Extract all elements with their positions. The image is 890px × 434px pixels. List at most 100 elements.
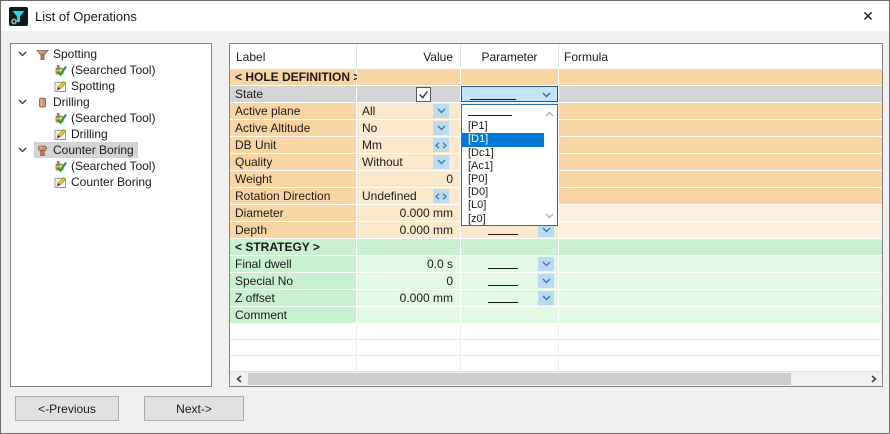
scroll-left-icon[interactable] — [230, 372, 247, 386]
value-dropdown-icon[interactable] — [433, 155, 449, 169]
parameter-dropdown-icon[interactable] — [538, 257, 554, 271]
tree-node[interactable]: (Searched Tool) — [52, 110, 160, 126]
parameter-dropdown-icon[interactable] — [538, 274, 554, 288]
parameter-dropdown-icon[interactable] — [538, 291, 554, 305]
label-cell: Active Altitude — [230, 120, 357, 137]
dropdown-item[interactable]: [P0] — [462, 173, 544, 186]
value-text[interactable]: No — [357, 121, 377, 135]
chevron-down-icon[interactable] — [542, 92, 551, 98]
value-cell: No — [357, 120, 461, 137]
parameter-dropdown-list[interactable]: [P1][D1][Dc1][Ac1][P0][D0][L0][z0] — [461, 104, 558, 226]
operations-tree[interactable]: Spotting(Searched Tool)SpottingDrilling(… — [10, 43, 212, 387]
tree-node[interactable]: Counter Boring — [52, 174, 156, 190]
tree-item-searched-tool[interactable]: (Searched Tool) — [11, 110, 211, 126]
section-row[interactable]: < HOLE DEFINITION > — [230, 69, 882, 86]
parameter-cell — [461, 356, 559, 372]
chevron-down-icon[interactable] — [18, 99, 29, 105]
section-title: < STRATEGY > — [230, 240, 320, 254]
dropdown-item[interactable]: [D1] — [462, 133, 544, 146]
label-cell: Comment — [230, 307, 357, 324]
tree-item-spotting[interactable]: Spotting — [11, 78, 211, 94]
scroll-up-icon[interactable] — [545, 111, 554, 117]
chevron-down-icon[interactable] — [18, 147, 29, 153]
dropdown-item[interactable]: [P1] — [462, 120, 544, 133]
value-cell: 0.000 mm — [357, 222, 461, 239]
state-checkbox[interactable] — [416, 87, 431, 102]
table-header-row: Label Value Parameter Formula — [230, 44, 882, 69]
formula-cell — [559, 120, 882, 137]
field-label: Final dwell — [230, 257, 292, 271]
tree-item-drilling[interactable]: Drilling — [11, 126, 211, 142]
value-cell — [357, 324, 461, 340]
tree-item-searched-tool[interactable]: (Searched Tool) — [11, 158, 211, 174]
dropdown-item[interactable]: [Ac1] — [462, 160, 544, 173]
tree-item-drilling[interactable]: Drilling — [11, 94, 211, 110]
field-label: Weight — [230, 172, 272, 186]
searched-tool-icon — [54, 160, 67, 173]
empty-row — [230, 340, 882, 356]
value-text[interactable]: All — [357, 104, 375, 118]
value-text[interactable]: 0 — [357, 274, 460, 288]
horizontal-scrollbar[interactable] — [230, 371, 882, 386]
parameter-combobox-open[interactable] — [461, 86, 558, 102]
label-cell — [230, 324, 357, 340]
scrollbar-thumb[interactable] — [248, 373, 791, 385]
value-cell: Without — [357, 154, 461, 171]
value-text[interactable]: 0.000 mm — [357, 291, 460, 305]
tree-item-label: Spotting — [53, 47, 97, 61]
formula-cell — [559, 69, 882, 86]
tree-item-label: Spotting — [71, 79, 115, 93]
next-button[interactable]: Next-> — [144, 396, 244, 421]
dropdown-item[interactable]: [z0] — [462, 213, 544, 226]
value-text[interactable]: 0.0 s — [357, 257, 460, 271]
tree-item-counter-boring[interactable]: Counter Boring — [11, 142, 211, 158]
scroll-down-icon[interactable] — [545, 213, 554, 219]
table-row[interactable]: Special No 0 — [230, 273, 882, 290]
tree-node[interactable]: Spotting — [52, 78, 119, 94]
tree-item-searched-tool[interactable]: (Searched Tool) — [11, 62, 211, 78]
machining-operation-icon — [9, 7, 28, 26]
table-row[interactable]: Final dwell 0.0 s — [230, 256, 882, 273]
list-of-operations-dialog: List of Operations ✕ Spotting(Searched T… — [0, 0, 890, 434]
value-text[interactable]: Mm — [357, 138, 382, 152]
tree-node[interactable]: (Searched Tool) — [52, 62, 160, 78]
dropdown-item-blank[interactable] — [462, 107, 544, 120]
field-label: Special No — [230, 274, 293, 288]
searched-tool-icon — [54, 64, 67, 77]
value-dropdown-icon[interactable] — [433, 121, 449, 135]
label-cell: Depth — [230, 222, 357, 239]
chevron-down-icon[interactable] — [18, 51, 29, 57]
formula-cell — [559, 324, 882, 340]
close-icon[interactable]: ✕ — [847, 1, 889, 31]
value-cell — [357, 356, 461, 372]
value-text[interactable]: Undefined — [357, 189, 417, 203]
label-cell: < STRATEGY > — [230, 239, 357, 256]
tree-item-label: (Searched Tool) — [71, 63, 156, 77]
tree-node[interactable]: Counter Boring — [34, 142, 138, 158]
edit-icon — [54, 80, 67, 93]
tree-node[interactable]: Drilling — [34, 94, 94, 110]
dropdown-item[interactable]: [Dc1] — [462, 147, 544, 160]
value-cell — [357, 340, 461, 356]
value-text[interactable]: Without — [357, 155, 403, 169]
tree-node[interactable]: Drilling — [52, 126, 112, 142]
value-spinner-icon[interactable] — [433, 189, 449, 203]
value-text[interactable]: 0.000 mm — [357, 206, 460, 220]
tree-node[interactable]: Spotting — [34, 46, 101, 62]
table-row[interactable]: State — [230, 86, 882, 103]
table-row[interactable]: Z offset0.000 mm — [230, 290, 882, 307]
scroll-right-icon[interactable] — [865, 372, 882, 386]
value-spinner-icon[interactable] — [433, 138, 449, 152]
dropdown-item[interactable]: [L0] — [462, 199, 544, 212]
value-dropdown-icon[interactable] — [433, 104, 449, 118]
value-text[interactable]: 0.000 mm — [357, 223, 460, 237]
tree-item-spotting[interactable]: Spotting — [11, 46, 211, 62]
section-row[interactable]: < STRATEGY > — [230, 239, 882, 256]
value-text[interactable]: 0 — [357, 172, 460, 186]
tree-node[interactable]: (Searched Tool) — [52, 158, 160, 174]
tree-item-counter-boring[interactable]: Counter Boring — [11, 174, 211, 190]
previous-button[interactable]: <-Previous — [15, 396, 119, 421]
formula-cell — [559, 222, 882, 239]
table-row[interactable]: Comment — [230, 307, 882, 324]
dropdown-item[interactable]: [D0] — [462, 186, 544, 199]
